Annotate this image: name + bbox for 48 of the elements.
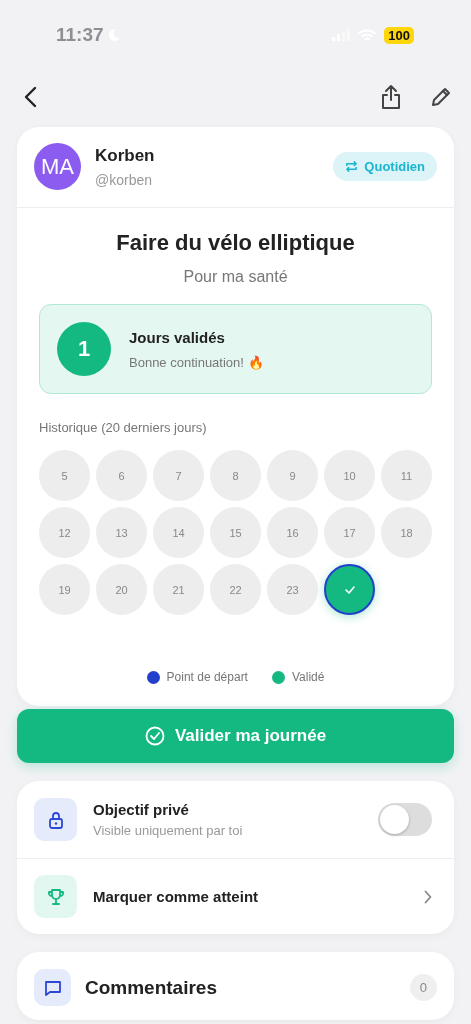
goal-subtitle: Pour ma santé [182,268,289,286]
day-circle: 10 [324,450,375,501]
user-handle: @korben [95,171,154,188]
frequency-tag: Quotidien [333,152,437,181]
comment-count: 0 [409,974,437,1001]
check-circle-icon [144,726,165,746]
setting-title: Marquer comme atteint [93,888,260,905]
pencil-icon[interactable] [430,86,452,108]
day-circle: 16 [267,507,318,558]
share-icon[interactable] [380,84,402,110]
setting-subtitle: Visible uniquement par toi [93,823,244,838]
day-circle: 8 [210,450,261,501]
day-circle: 7 [153,450,204,501]
comments-title: Commentaires [85,976,218,999]
day-circle: 13 [96,507,147,558]
day-circle: 6 [96,450,147,501]
clock: 11:37 [56,24,104,46]
legend-label: Point de départ [166,670,248,684]
day-circle: 18 [381,507,432,558]
day-circle: 14 [153,507,204,558]
day-circle: 9 [267,450,318,501]
privacy-toggle[interactable] [378,803,432,836]
back-icon[interactable] [23,85,39,109]
day-circle: 22 [210,564,261,615]
streak-message: Bonne continuation! 🔥 [129,354,264,370]
repeat-icon [345,160,359,173]
day-circle: 5 [39,450,90,501]
day-circle: 15 [210,507,261,558]
user-name: Korben [95,145,156,166]
day-circle: 23 [267,564,318,615]
day-circle: 21 [153,564,204,615]
streak-count: 1 [57,322,111,376]
day-circle: 19 [39,564,90,615]
trophy-icon [45,886,66,907]
setting-title: Objectif privé [93,801,190,818]
setting-row[interactable]: Marquer comme atteint [17,858,454,934]
battery-indicator: 100 [384,26,414,44]
chevron-right-icon [424,889,432,904]
streak-title: Jours validés [129,328,226,346]
day-circle: 20 [96,564,147,615]
day-circle: 17 [324,507,375,558]
history-title: Historique (20 derniers jours) [39,420,208,435]
check-icon [343,584,356,595]
day-circle: 12 [39,507,90,558]
avatar: MA [34,143,81,190]
goal-title: Faire du vélo elliptique [115,230,356,256]
legend-label: Validé [291,670,325,684]
day-circle: 11 [381,450,432,501]
